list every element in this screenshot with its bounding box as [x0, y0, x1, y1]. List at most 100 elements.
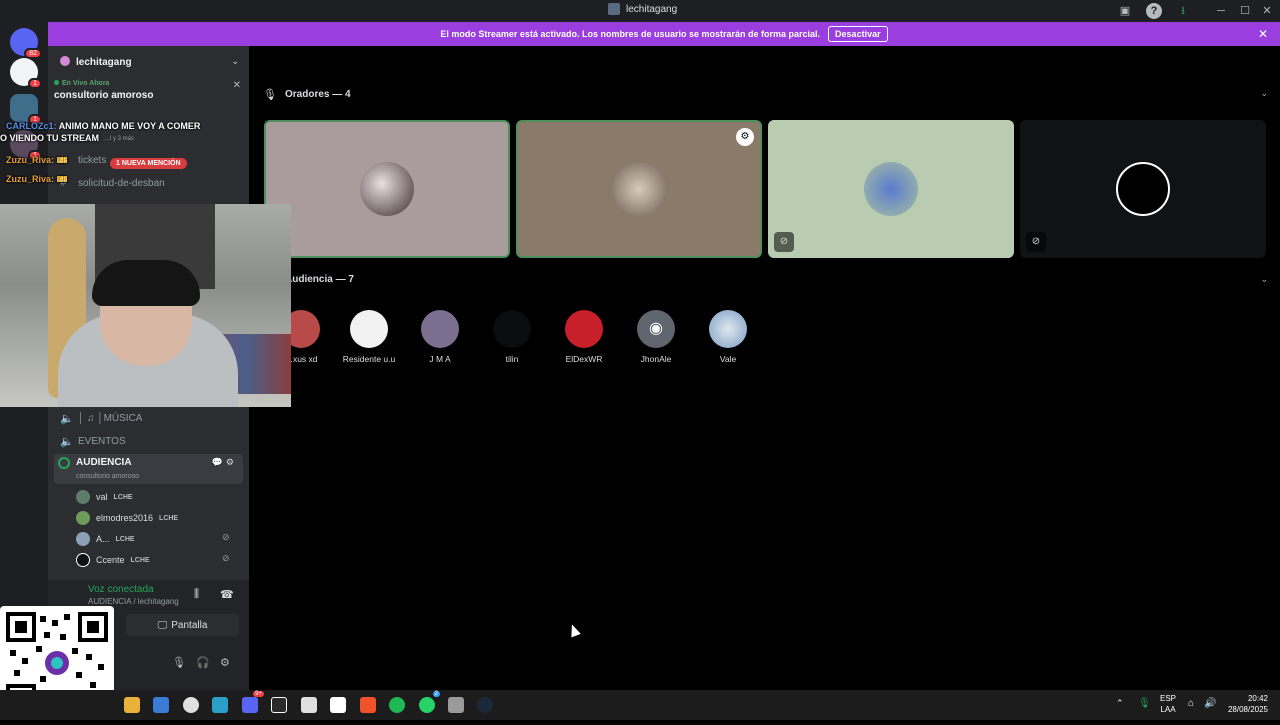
avatar [864, 162, 918, 216]
cast-icon[interactable]: ▣ [1117, 3, 1133, 19]
speaker-tile[interactable]: ⊘ [768, 120, 1014, 258]
server-icon-active[interactable]: 1 [10, 94, 42, 125]
audience-member[interactable]: Vale [693, 310, 763, 364]
close-icon[interactable]: ✕ [233, 80, 241, 91]
server-icon[interactable]: 1 [10, 58, 42, 89]
speaker-tile[interactable]: ⚙ [516, 120, 762, 258]
voice-user[interactable]: elmodres2016 LCHE [76, 508, 178, 528]
webcam-overlay [0, 204, 291, 407]
microphone-icon[interactable]: 🎙 [1138, 698, 1151, 709]
notification-badge: 2 [432, 691, 440, 697]
volume-icon[interactable]: 🔊 [1204, 698, 1216, 709]
speaker-icon: 🔈 [60, 435, 74, 448]
live-now-card[interactable]: En Vivo Ahora consultorio amoroso ✕ [54, 80, 243, 116]
channel-name: AUDIENCIA [76, 457, 132, 468]
avatar [612, 162, 666, 216]
window-title: lechitagang [608, 3, 677, 15]
voice-location[interactable]: AUDIENCIA / lechitagang [88, 597, 239, 606]
app-icon [608, 3, 620, 15]
channel-actions[interactable]: 💬⚙ [212, 457, 237, 468]
chat-message: Zuzu_Riva: 🎫 [6, 155, 68, 165]
deactivate-button[interactable]: Desactivar [828, 26, 888, 42]
avatar [350, 310, 388, 348]
avatar [76, 553, 90, 567]
noise-suppression-icon[interactable]: ⫼ [194, 588, 199, 601]
voice-status: Voz conectada [88, 584, 154, 595]
voice-user[interactable]: val LCHE [76, 487, 133, 507]
brave-icon[interactable] [360, 697, 376, 713]
epic-games-icon[interactable] [271, 697, 287, 713]
banner-message: El modo Streamer está activado. Los nomb… [440, 29, 821, 39]
roblox-icon[interactable] [301, 697, 317, 713]
mic-muted-icon: ⊘ [774, 232, 794, 252]
speakers-header: Oradores — 4 [285, 89, 351, 100]
voice-user[interactable]: A... LCHE [76, 529, 135, 549]
screen-share-button[interactable]: 🖵 Pantalla [126, 614, 239, 636]
channel-eventos[interactable]: 🔈 EVENTOS [56, 431, 243, 451]
network-icon[interactable]: ⌂ [1188, 698, 1194, 709]
store-icon[interactable] [153, 697, 169, 713]
audience-member[interactable]: tilin [477, 310, 547, 364]
title-bar: lechitagang ▣ ? ⭳ ─ ☐ ✕ [0, 0, 1280, 22]
avatar [76, 511, 90, 525]
whatsapp-icon[interactable]: 2 [419, 691, 440, 713]
language-indicator[interactable]: ESP LAA [1160, 693, 1176, 715]
streamer-mode-banner: El modo Streamer está activado. Los nomb… [48, 22, 1280, 46]
live-subtext: …l y 3 más [104, 136, 135, 142]
screen-icon: 🖵 [157, 619, 168, 631]
avatar [1116, 162, 1170, 216]
stage-icon [58, 457, 70, 469]
voice-connected: Voz conectada AUDIENCIA / lechitagang [48, 580, 249, 606]
notification-badge: 1 [28, 78, 42, 89]
audience-member[interactable]: Residente u.u [334, 310, 404, 364]
mic-muted-icon: ⊘ [222, 532, 230, 542]
avatar [565, 310, 603, 348]
minimize-button[interactable]: ─ [1213, 3, 1229, 19]
maximize-button[interactable]: ☐ [1237, 3, 1253, 19]
channel-musica[interactable]: 🔈 │ ♫ │ MÚSICA [56, 408, 243, 428]
avatar [421, 310, 459, 348]
capture-icon[interactable] [330, 697, 346, 713]
chevron-down-icon: ⌄ [231, 56, 239, 66]
settings-gear-icon[interactable]: ⚙ [220, 656, 230, 669]
person-hair [92, 260, 200, 306]
channel-audiencia[interactable]: AUDIENCIA consultorio amoroso 💬⚙ [54, 454, 243, 484]
close-icon[interactable]: ✕ [1258, 27, 1268, 41]
new-mention-pill[interactable]: 1 NUEVA MENCIÓN [110, 158, 187, 169]
moderator-icon: ⚙ [736, 128, 754, 146]
guild-icon [60, 56, 70, 66]
audience-member[interactable]: J M A [405, 310, 475, 364]
clock[interactable]: 20:42 28/08/2025 [1228, 693, 1268, 715]
mic-muted-icon: ⊘ [222, 553, 230, 563]
avatar [709, 310, 747, 348]
headphones-icon[interactable]: 🎧 [196, 656, 210, 669]
live-title: consultorio amoroso [54, 90, 154, 101]
help-icon[interactable]: ? [1146, 3, 1162, 19]
discord-icon[interactable]: 9+ [242, 691, 264, 713]
app-icon[interactable] [212, 697, 228, 713]
disconnect-icon[interactable]: ☎ [220, 588, 234, 601]
spotify-icon[interactable] [389, 697, 405, 713]
chevron-up-icon[interactable]: ⌃ [1116, 698, 1124, 709]
chevron-down-icon[interactable]: ⌄ [1260, 274, 1268, 285]
avatar [76, 490, 90, 504]
browser-icon[interactable] [183, 697, 199, 713]
audience-member[interactable]: ◉ JhonAle [621, 310, 691, 364]
channel-desban[interactable]: # solicitud-de-desban [56, 173, 243, 193]
notification-badge: 9+ [253, 691, 264, 697]
download-icon[interactable]: ⭳ [1175, 3, 1191, 19]
chevron-down-icon[interactable]: ⌄ [1260, 88, 1268, 99]
home-button[interactable]: 82 [10, 28, 42, 59]
close-window-button[interactable]: ✕ [1259, 3, 1275, 19]
voice-user[interactable]: Ccente LCHE [76, 550, 150, 570]
microphone-icon[interactable]: 🎙 [172, 656, 186, 669]
speaker-tile[interactable] [264, 120, 510, 258]
chat-message-cont: O VIENDO TU STREAM [0, 133, 100, 143]
speaker-tile[interactable]: ⊘ [1020, 120, 1266, 258]
file-explorer-icon[interactable] [124, 697, 140, 713]
guild-header[interactable]: lechitagang ⌄ [48, 46, 249, 78]
audience-member[interactable]: ElDexWR [549, 310, 619, 364]
discord-default-avatar-icon: ◉ [637, 310, 675, 348]
steam-icon[interactable] [477, 697, 493, 713]
app-icon[interactable] [448, 697, 464, 713]
